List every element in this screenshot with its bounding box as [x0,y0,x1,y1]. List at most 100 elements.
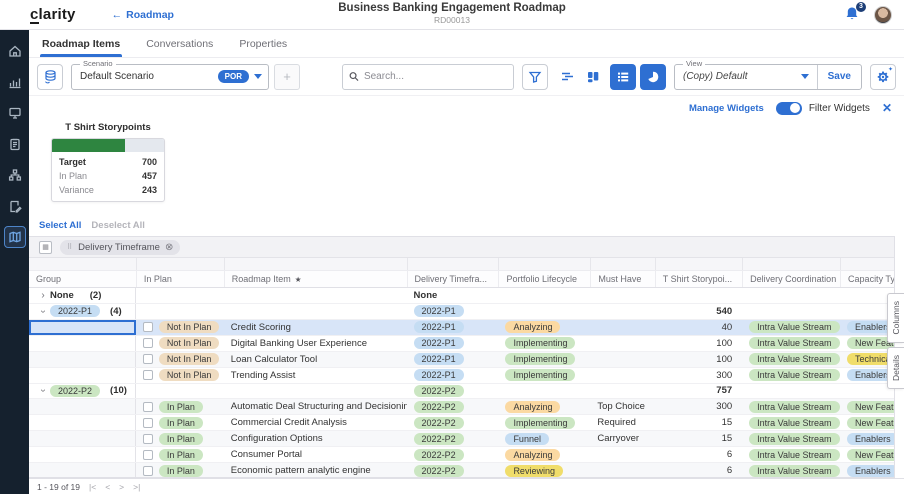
next-page-icon[interactable]: > [119,482,124,492]
row-checkbox[interactable] [143,402,153,412]
roadmap-item-name[interactable]: Commercial Credit Analysis [224,415,407,430]
grid-cell[interactable]: New Featur [840,399,894,414]
remove-group-icon[interactable]: ⊗ [165,242,173,253]
table-row[interactable]: Not In PlanDigital Banking User Experien… [29,336,894,352]
row-checkbox[interactable] [143,354,153,364]
sidebar-item-hierarchy[interactable] [4,164,26,186]
group-row[interactable]: ›None(2)None [29,288,894,304]
group-row[interactable]: ›2022-P1(4)2022-P1540 [29,304,894,320]
grid-cell[interactable]: Intra Value Stream [742,336,840,351]
filter-widgets-toggle[interactable] [776,102,802,115]
grid-cell[interactable]: 2022-P1 [407,304,499,319]
grid-cell[interactable] [29,415,136,430]
grid-cell[interactable] [29,447,136,462]
column-header-delivery-coordination[interactable]: Delivery Coordination [742,271,840,287]
grid-cell[interactable]: 300 [655,399,742,414]
grid-cell[interactable]: Not In Plan [136,320,224,335]
grid-cell[interactable]: Funnel [498,431,590,446]
roadmap-item-name[interactable]: Automatic Deal Structuring and Decisioni… [224,399,407,414]
tab-roadmap-items[interactable]: Roadmap Items [42,30,120,57]
grid-cell[interactable] [29,368,136,383]
grid-cell[interactable] [590,463,655,478]
grid-cell[interactable] [224,304,407,319]
grid-cell[interactable]: ›2022-P1(4) [29,304,136,319]
grid-view-button-active[interactable] [610,64,636,90]
back-to-roadmap-link[interactable]: ← Roadmap [112,9,174,21]
sidebar-item-documents[interactable] [4,133,26,155]
grid-cell[interactable]: Intra Value Stream [742,352,840,367]
grid-cell[interactable] [742,288,840,303]
column-header-t-shirt-storypoi-[interactable]: T Shirt Storypoi... [655,271,742,287]
grid-cell[interactable] [29,336,136,351]
manage-widgets-link[interactable]: Manage Widgets [689,103,764,114]
group-chip-delivery-timeframe[interactable]: ⠿ Delivery Timeframe ⊗ [60,240,180,255]
grid-cell[interactable] [590,304,655,319]
grid-cell[interactable] [498,304,590,319]
grid-cell[interactable]: 2022-P2 [407,415,499,430]
grid-cell[interactable]: 2022-P1 [407,352,499,367]
grid-cell[interactable] [136,384,224,399]
grid-cell[interactable]: Not In Plan [136,352,224,367]
grid-cell[interactable]: 2022-P2 [407,431,499,446]
grid-cell[interactable] [29,463,136,478]
grid-cell[interactable]: 40 [655,320,742,335]
grid-cell[interactable] [29,399,136,414]
user-avatar[interactable] [874,6,892,24]
board-view-button[interactable] [580,64,606,90]
grid-cell[interactable]: In Plan [136,447,224,462]
grid-cell[interactable] [136,288,224,303]
grid-cell[interactable]: Intra Value Stream [742,368,840,383]
grid-cell[interactable] [590,288,655,303]
grid-cell[interactable] [742,384,840,399]
column-header-capacity-type[interactable]: Capacity Type [840,271,894,287]
settings-button[interactable]: ✦ [870,64,896,90]
group-row[interactable]: ›2022-P2(10)2022-P2757 [29,384,894,400]
grid-cell[interactable] [224,288,407,303]
flyout-tab-details[interactable]: Details [887,347,904,389]
row-checkbox[interactable] [143,370,153,380]
last-page-icon[interactable]: >| [133,482,140,492]
row-checkbox[interactable] [143,418,153,428]
grid-cell[interactable]: Implementing [498,352,590,367]
sidebar-item-tasks[interactable] [4,195,26,217]
row-checkbox[interactable] [143,322,153,332]
grid-cell[interactable]: Intra Value Stream [742,447,840,462]
grid-cell[interactable]: Analyzing [498,447,590,462]
grid-cell[interactable]: Intra Value Stream [742,415,840,430]
first-page-icon[interactable]: |< [89,482,96,492]
grid-cell[interactable]: 300 [655,368,742,383]
grid-cell[interactable] [224,384,407,399]
drag-handle-icon[interactable]: ⠿ [67,243,73,251]
grid-cell[interactable] [498,384,590,399]
grid-cell[interactable]: Carryover [590,431,655,446]
grid-cell[interactable]: New Featur [840,447,894,462]
grid-cell[interactable]: New Featur [840,415,894,430]
grid-cell[interactable] [590,352,655,367]
scenario-manager-button[interactable] [37,64,63,90]
column-header-group[interactable]: Group [29,271,136,287]
grid-cell[interactable]: Top Choice [590,399,655,414]
grid-cell[interactable] [655,288,742,303]
grid-cell[interactable]: Not In Plan [136,368,224,383]
grid-cell[interactable]: In Plan [136,399,224,414]
grid-cell[interactable]: Not In Plan [136,336,224,351]
sidebar-item-analytics[interactable] [4,71,26,93]
search-input[interactable] [364,71,507,82]
grid-cell[interactable]: 100 [655,336,742,351]
grid-cell[interactable] [29,431,136,446]
grid-cell[interactable] [29,352,136,367]
grid-cell[interactable] [29,320,136,335]
grid-cell[interactable]: 6 [655,463,742,478]
grid-cell[interactable]: Reviewing [498,463,590,478]
widgets-toggle-button-active[interactable] [640,64,666,90]
grid-cell[interactable]: 2022-P1 [407,320,499,335]
view-select[interactable]: View (Copy) Default Save [674,64,862,90]
grid-cell[interactable] [840,304,894,319]
grid-cell[interactable]: 2022-P2 [407,384,499,399]
grid-cell[interactable]: ›2022-P2(10) [29,384,136,399]
column-header-roadmap-item[interactable]: Roadmap Item★ [224,271,407,287]
scenario-select[interactable]: Scenario Default Scenario POR [71,64,269,90]
grid-cell[interactable]: Enablers [840,463,894,478]
notifications-bell-icon[interactable]: 3 [844,6,862,24]
grid-cell[interactable]: Enablers [840,431,894,446]
